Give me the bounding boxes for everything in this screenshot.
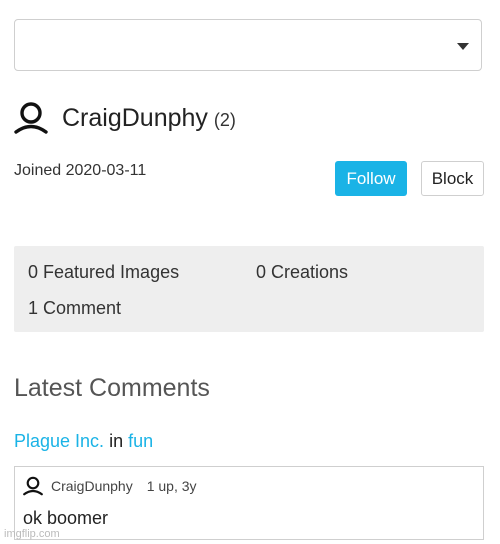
latest-comments-title: Latest Comments [14,374,210,402]
block-button[interactable]: Block [421,161,484,196]
stats-panel: 0 Featured Images 0 Creations 1 Comment [14,246,484,332]
profile-username: CraigDunphy [62,103,208,132]
chevron-down-icon [457,43,469,50]
in-label: in [109,431,124,451]
comment-score: 1 up, 3y [146,478,197,494]
user-icon [23,476,43,496]
user-icon [14,102,48,134]
stat-featured-images[interactable]: 0 Featured Images [28,262,179,283]
follow-button[interactable]: Follow [335,161,407,196]
comment-context: Plague Inc. in fun [14,431,153,452]
comment-text: ok boomer [23,508,109,528]
comment-author[interactable]: CraigDunphy [51,478,133,494]
joined-date: Joined 2020-03-11 [14,162,147,179]
comment-meta: CraigDunphy 1 up, 3y [23,476,197,496]
dropdown-select[interactable] [14,19,482,71]
comment-card: CraigDunphy 1 up, 3y ok boomer [14,466,484,540]
image-title-link[interactable]: Plague Inc. [14,431,104,451]
stat-comments[interactable]: 1 Comment [28,298,121,319]
watermark: imgflip.com [4,528,60,540]
stream-link[interactable]: fun [128,431,153,451]
profile-header: CraigDunphy (2) [14,100,236,136]
profile-count: (2) [213,109,236,130]
stat-creations[interactable]: 0 Creations [256,262,348,283]
